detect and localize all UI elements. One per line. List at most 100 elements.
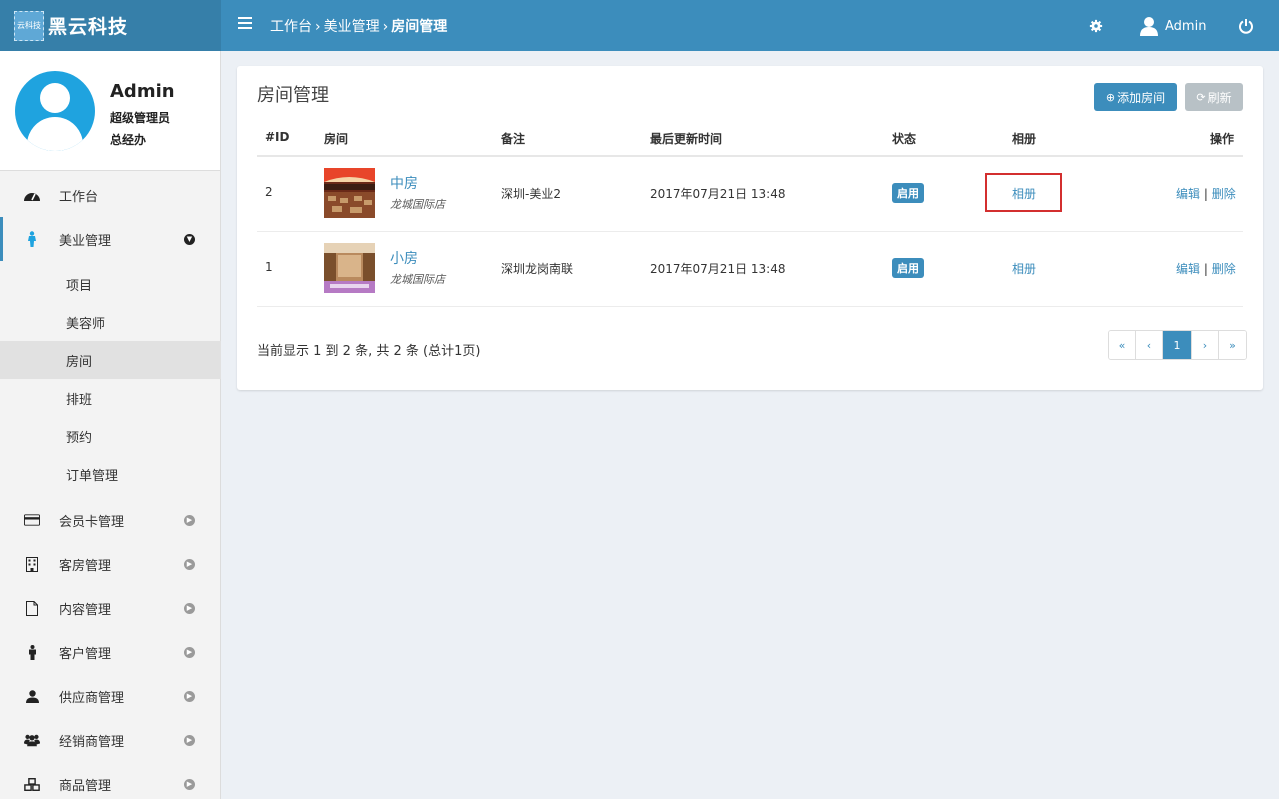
chevron-right-icon: ▶ xyxy=(184,734,195,746)
credit-card-icon xyxy=(24,512,40,528)
user-panel: Admin 超级管理员 总经办 xyxy=(0,51,220,171)
add-room-button[interactable]: ⊕ 添加房间 xyxy=(1094,83,1177,111)
chevron-right-icon: ▶ xyxy=(184,690,195,702)
submenu-item-beautician[interactable]: 美容师 xyxy=(0,303,221,341)
cell-updated: 2017年07月21日 13:48 xyxy=(650,262,786,276)
submenu-item-orders[interactable]: 订单管理 xyxy=(0,455,221,493)
page-button-current[interactable]: 1 xyxy=(1163,331,1192,359)
actions-separator: | xyxy=(1203,262,1208,276)
edit-link[interactable]: 编辑 xyxy=(1176,187,1200,201)
page-title: 房间管理 xyxy=(257,85,329,106)
room-thumbnail[interactable] xyxy=(324,168,375,218)
cell-note: 深圳龙岗南联 xyxy=(501,262,574,276)
delete-link[interactable]: 删除 xyxy=(1212,187,1236,201)
status-badge: 启用 xyxy=(892,183,924,203)
dashboard-icon xyxy=(24,187,40,203)
add-room-button-label: 添加房间 xyxy=(1117,90,1166,105)
breadcrumb: 工作台 › 美业管理 › 房间管理 xyxy=(270,16,447,36)
sidebar-item-label: 客房管理 xyxy=(59,558,112,574)
sidebar-item-guestroom[interactable]: 客房管理 ▶ xyxy=(0,542,221,586)
user-role: 超级管理员 xyxy=(110,111,171,125)
cubes-icon xyxy=(24,776,40,792)
user-icon xyxy=(24,688,40,704)
submenu-item-room[interactable]: 房间 xyxy=(0,341,221,379)
breadcrumb-item-current: 房间管理 xyxy=(391,19,448,35)
chevron-right-icon: ▶ xyxy=(184,646,195,658)
sidebar-item-content[interactable]: 内容管理 ▶ xyxy=(0,586,221,630)
album-highlight-box xyxy=(985,173,1062,212)
gear-icon[interactable] xyxy=(1089,19,1103,33)
sidebar-item-dashboard[interactable]: 工作台 xyxy=(0,173,221,217)
sidebar-item-customer[interactable]: 客户管理 ▶ xyxy=(0,630,221,674)
chevron-right-icon: ▶ xyxy=(184,558,195,570)
male-icon xyxy=(24,644,40,660)
sidebar-item-products[interactable]: 商品管理 ▶ xyxy=(0,762,221,799)
sidebar-item-membership-card[interactable]: 会员卡管理 ▶ xyxy=(0,498,221,542)
brand-name: 黑云科技 xyxy=(48,16,129,38)
user-name: Admin xyxy=(110,81,175,102)
room-thumbnail[interactable] xyxy=(324,243,375,293)
cell-id: 1 xyxy=(265,260,273,274)
chevron-right-icon: ▶ xyxy=(184,778,195,790)
submenu-item-label: 美容师 xyxy=(66,316,106,332)
sidebar: Admin 超级管理员 总经办 工作台 美业管理 ▼ 项目 美容师 房间 排班 … xyxy=(0,51,221,799)
album-link[interactable]: 相册 xyxy=(1012,260,1036,277)
status-badge: 启用 xyxy=(892,258,924,278)
refresh-button-label: 刷新 xyxy=(1207,90,1232,105)
brand-logo[interactable]: 云科技 黑云科技 xyxy=(0,0,221,51)
sidebar-item-label: 内容管理 xyxy=(59,602,112,618)
room-name-link[interactable]: 小房 xyxy=(390,248,418,268)
user-menu-label: Admin xyxy=(1165,18,1207,34)
submenu-item-label: 房间 xyxy=(66,354,93,370)
chevron-right-icon: ▶ xyxy=(184,514,195,526)
breadcrumb-separator: › xyxy=(382,19,389,35)
sidebar-item-label: 商品管理 xyxy=(59,778,112,794)
row-actions: 编辑 | 删除 xyxy=(1176,260,1236,277)
sidebar-item-label: 经销商管理 xyxy=(59,734,125,750)
room-store: 龙城国际店 xyxy=(390,198,445,211)
pagination: « ‹ 1 › » xyxy=(1108,330,1247,360)
edit-link[interactable]: 编辑 xyxy=(1176,262,1200,276)
first-page-button[interactable]: « xyxy=(1109,331,1136,359)
submenu-item-schedule[interactable]: 排班 xyxy=(0,379,221,417)
submenu-item-label: 预约 xyxy=(66,430,93,446)
breadcrumb-item-home[interactable]: 工作台 xyxy=(270,19,312,35)
sidebar-item-supplier[interactable]: 供应商管理 ▶ xyxy=(0,674,221,718)
sidebar-item-beauty[interactable]: 美业管理 ▼ xyxy=(0,217,221,261)
refresh-icon: ⟳ xyxy=(1196,90,1206,104)
sidebar-item-label: 工作台 xyxy=(59,189,99,205)
last-page-button[interactable]: » xyxy=(1219,331,1246,359)
pagination-summary: 当前显示 1 到 2 条, 共 2 条 (总计1页) xyxy=(257,344,481,359)
column-header-updated: 最后更新时间 xyxy=(650,132,723,146)
row-actions: 编辑 | 删除 xyxy=(1176,185,1236,202)
next-page-button[interactable]: › xyxy=(1192,331,1219,359)
submenu-item-project[interactable]: 项目 xyxy=(0,265,221,303)
top-navbar: 云科技 黑云科技 工作台 › 美业管理 › 房间管理 Admin xyxy=(0,0,1279,51)
column-header-status: 状态 xyxy=(892,132,917,146)
column-header-id: #ID xyxy=(265,130,290,144)
user-menu[interactable]: Admin xyxy=(1140,16,1206,36)
users-icon xyxy=(24,732,40,748)
file-icon xyxy=(24,600,40,616)
breadcrumb-item-beauty[interactable]: 美业管理 xyxy=(324,19,380,35)
submenu-item-label: 排班 xyxy=(66,392,93,408)
refresh-button[interactable]: ⟳ 刷新 xyxy=(1185,83,1243,111)
submenu-item-booking[interactable]: 预约 xyxy=(0,417,221,455)
cell-note: 深圳-美业2 xyxy=(501,187,561,201)
plus-circle-icon: ⊕ xyxy=(1105,90,1116,104)
cell-id: 2 xyxy=(265,185,273,199)
power-icon[interactable] xyxy=(1238,18,1254,34)
breadcrumb-separator: › xyxy=(315,19,321,35)
room-name-link[interactable]: 中房 xyxy=(390,173,418,193)
sidebar-item-label: 客户管理 xyxy=(59,646,112,662)
row-divider xyxy=(257,231,1243,232)
sidebar-item-label: 美业管理 xyxy=(59,233,112,249)
prev-page-button[interactable]: ‹ xyxy=(1136,331,1163,359)
user-department: 总经办 xyxy=(110,133,147,147)
hamburger-icon[interactable] xyxy=(238,17,252,31)
delete-link[interactable]: 删除 xyxy=(1212,262,1236,276)
row-divider xyxy=(257,306,1243,307)
table-header-divider xyxy=(257,155,1243,157)
column-header-room: 房间 xyxy=(324,132,349,146)
sidebar-item-dealer[interactable]: 经销商管理 ▶ xyxy=(0,718,221,762)
